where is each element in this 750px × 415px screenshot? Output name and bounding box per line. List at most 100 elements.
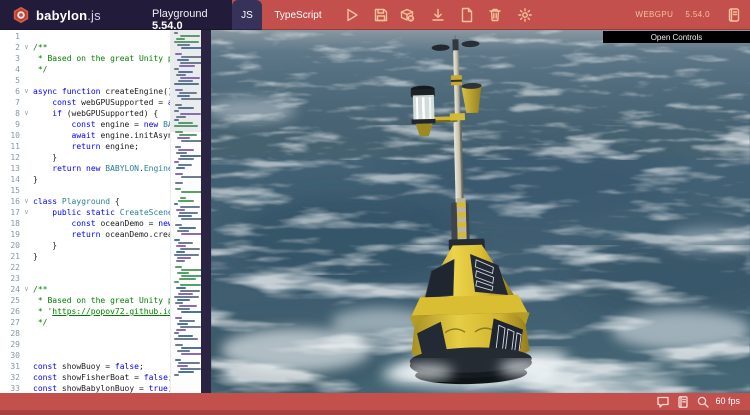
code-text: if (webGPUSupported) { [33,108,170,119]
code-line[interactable]: 21} [0,251,170,262]
code-line[interactable]: 20 } [0,240,170,251]
code-line[interactable]: 24∨/** [0,284,170,295]
logo-label: babylon.js [36,8,101,23]
code-text: async function createEngine() { [33,86,170,97]
code-line[interactable]: 22 [0,262,170,273]
line-number: 22 [0,262,20,273]
code-line[interactable]: 13 return new BABYLON.Engine(d [0,163,170,174]
code-text: const showBuoy = false; [33,361,170,372]
minimap[interactable] [170,30,201,393]
code-line[interactable]: 26 * 'https://popov72.github.io/B [0,306,170,317]
code-line[interactable]: 7 const webGPUSupported = awa [0,97,170,108]
new-file-icon[interactable] [459,7,475,23]
line-number: 8 [0,108,20,119]
code-text: const showBabylonBuoy = true; [33,383,170,393]
render-canvas[interactable]: babylon.js Open Controls [211,30,750,393]
ocean-render: babylon.js [211,30,750,393]
code-line[interactable]: 1 [0,31,170,42]
babylon-logo[interactable]: babylon.js [12,4,101,26]
code-line[interactable]: 6∨async function createEngine() { [0,86,170,97]
line-number: 12 [0,152,20,163]
code-line[interactable]: 31const showBuoy = false; [0,361,170,372]
fold-chevron-icon[interactable]: ∨ [20,284,33,295]
code-line[interactable]: 16∨class Playground { [0,196,170,207]
code-line[interactable]: 4 */ [0,64,170,75]
fold-chevron-icon[interactable]: ∨ [20,42,33,53]
fold-spacer [20,119,33,130]
code-line[interactable]: 9 const engine = new BABYL [0,119,170,130]
code-editor[interactable]: 12∨/**3 * Based on the great Unity pro4 … [0,30,206,393]
search-icon[interactable] [696,395,710,409]
fold-spacer [20,251,33,262]
inspector-icon[interactable] [399,7,415,23]
code-line[interactable]: 23 [0,273,170,284]
code-text: } [33,152,170,163]
code-text: const oceanDemo = new O [33,218,170,229]
fps-counter: 60 fps [715,396,740,406]
open-controls-button[interactable]: Open Controls [603,31,750,43]
save-icon[interactable] [373,7,389,23]
comment-icon[interactable] [656,395,670,409]
code-line[interactable]: 27 */ [0,317,170,328]
code-text [33,75,170,86]
code-text: * Based on the great Unity pro [33,295,170,306]
fold-spacer [20,152,33,163]
fold-spacer [20,229,33,240]
fold-chevron-icon[interactable]: ∨ [20,86,33,97]
fold-chevron-icon[interactable]: ∨ [20,108,33,119]
code-line[interactable]: 12 } [0,152,170,163]
line-number: 25 [0,295,20,306]
code-line[interactable]: 28 [0,328,170,339]
line-number: 30 [0,350,20,361]
code-line[interactable]: 2∨/** [0,42,170,53]
code-text: /** [33,42,170,53]
fold-spacer [20,174,33,185]
code-line[interactable]: 33const showBabylonBuoy = true; [0,383,170,393]
line-number: 23 [0,273,20,284]
fold-spacer [20,306,33,317]
settings-icon[interactable] [517,7,533,23]
line-number: 15 [0,185,20,196]
code-text: */ [33,317,170,328]
code-lines[interactable]: 12∨/**3 * Based on the great Unity pro4 … [0,31,170,393]
delete-icon[interactable] [487,7,503,23]
code-line[interactable]: 5 [0,75,170,86]
code-line[interactable]: 14} [0,174,170,185]
code-line[interactable]: 18 const oceanDemo = new O [0,218,170,229]
tab-typescript[interactable]: TypeScript [262,0,334,30]
code-line[interactable]: 17∨ public static CreateScene(e [0,207,170,218]
minimap-viewport[interactable] [171,30,201,132]
code-text [33,339,170,350]
play-icon[interactable] [344,7,360,23]
examples-icon[interactable] [676,395,690,409]
code-text [33,262,170,273]
code-line[interactable]: 10 await engine.initAsync( [0,130,170,141]
code-line[interactable]: 30 [0,350,170,361]
code-line[interactable]: 15 [0,185,170,196]
code-line[interactable]: 11 return engine; [0,141,170,152]
fold-spacer [20,317,33,328]
code-line[interactable]: 8∨ if (webGPUSupported) { [0,108,170,119]
code-text [33,31,170,42]
code-line[interactable]: 25 * Based on the great Unity pro [0,295,170,306]
line-number: 28 [0,328,20,339]
code-line[interactable]: 19 return oceanDemo.createS [0,229,170,240]
code-text: const engine = new BABYL [33,119,170,130]
fold-chevron-icon[interactable]: ∨ [20,196,33,207]
tab-js[interactable]: JS [232,0,262,30]
fold-spacer [20,64,33,75]
code-line[interactable]: 32const showFisherBoat = false; [0,372,170,383]
code-text: } [33,174,170,185]
code-line[interactable]: 3 * Based on the great Unity pro [0,53,170,64]
code-text: return oceanDemo.createS [33,229,170,240]
code-line[interactable]: 29 [0,339,170,350]
fold-spacer [20,97,33,108]
code-text: class Playground { [33,196,170,207]
examples-icon[interactable] [726,7,742,23]
fold-spacer [20,273,33,284]
fold-spacer [20,75,33,86]
fold-chevron-icon[interactable]: ∨ [20,207,33,218]
editor-splitter[interactable] [201,30,211,393]
line-number: 2 [0,42,20,53]
download-icon[interactable] [430,7,446,23]
